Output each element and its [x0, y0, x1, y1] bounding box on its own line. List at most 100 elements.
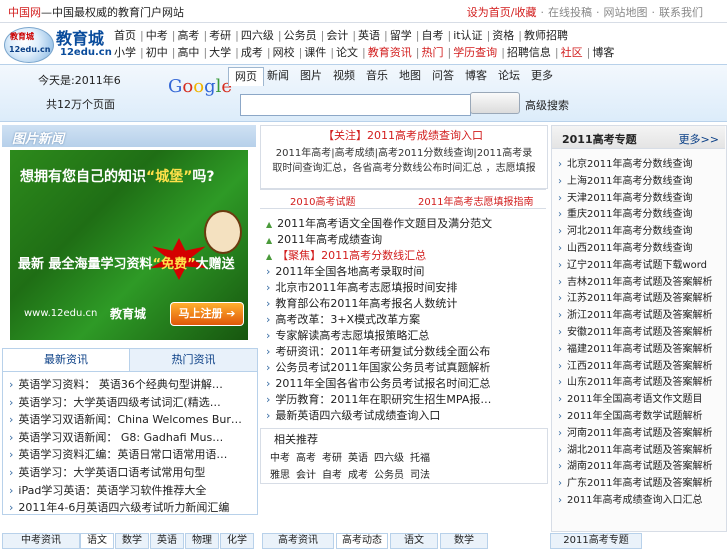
related-link[interactable]: 雅思	[270, 470, 290, 481]
topic-item[interactable]: 辽宁2011年高考试题下载word	[558, 256, 718, 271]
headline-item[interactable]: 2011年全国各地高考录取时间	[266, 263, 542, 279]
nav-item[interactable]: 考研	[209, 27, 231, 43]
headline-item[interactable]: 2011年高考语文全国卷作文题目及满分范文	[266, 215, 542, 231]
top-link[interactable]: 在线投稿	[548, 6, 592, 19]
topic-item[interactable]: 山西2011年高考分数线查询	[558, 239, 718, 254]
bottom-tab[interactable]: 化学	[220, 533, 254, 549]
related-link[interactable]: 自考	[322, 470, 342, 481]
topic-item[interactable]: 广东2011年高考试题及答案解析	[558, 474, 718, 489]
link-2011-volunteer-guide[interactable]: 2011年高考志愿填报指南	[418, 193, 533, 208]
nav-item[interactable]: 网校	[273, 44, 295, 60]
topic-item[interactable]: 2011年全国高考语文作文题目	[558, 390, 718, 405]
news-item[interactable]: 英语学习：大学英语口语考试常用句型	[9, 464, 247, 480]
nav-item[interactable]: it认证	[453, 27, 482, 43]
headline-item[interactable]: 2011年高考成绩查询	[266, 231, 542, 247]
nav-item[interactable]: 初中	[146, 44, 168, 60]
bottom-tab[interactable]: 数学	[115, 533, 149, 549]
related-link[interactable]: 托福	[410, 453, 430, 464]
nav-item[interactable]: 教师招聘	[524, 27, 568, 43]
bottom-tab[interactable]: 数学	[440, 533, 488, 549]
topic-item[interactable]: 江苏2011年高考试题及答案解析	[558, 289, 718, 304]
topic-item[interactable]: 天津2011年高考分数线查询	[558, 189, 718, 204]
nav-item[interactable]: 中考	[146, 27, 168, 43]
headline-item[interactable]: 教育部公布2011年高考报名人数统计	[266, 295, 542, 311]
topic-item[interactable]: 福建2011年高考试题及答案解析	[558, 340, 718, 355]
topic-item[interactable]: 山东2011年高考试题及答案解析	[558, 373, 718, 388]
nav-item[interactable]: 热门	[421, 44, 443, 60]
nav-item[interactable]: 四六级	[241, 27, 274, 43]
news-item[interactable]: 英语学习：大学英语四级考试词汇(精选…	[9, 394, 247, 410]
related-link[interactable]: 会计	[296, 470, 316, 481]
nav-item[interactable]: 小学	[114, 44, 136, 60]
related-link[interactable]: 四六级	[374, 453, 404, 464]
nav-item[interactable]: 留学	[390, 27, 412, 43]
bottom-tab[interactable]: 英语	[150, 533, 184, 549]
search-tab[interactable]: 视频	[327, 67, 361, 85]
nav-item[interactable]: 学历查询	[453, 44, 497, 60]
nav-item[interactable]: 成考	[241, 44, 263, 60]
headline-item[interactable]: 【聚焦】2011高考分数线汇总	[266, 247, 542, 263]
nav-item[interactable]: 课件	[304, 44, 326, 60]
search-input[interactable]	[240, 94, 471, 116]
news-item[interactable]: 英语学习资料汇编：英语日常口语常用语…	[9, 446, 247, 462]
nav-item[interactable]: 资格	[492, 27, 514, 43]
topic-item[interactable]: 北京2011年高考分数线查询	[558, 155, 718, 170]
bottom-tab[interactable]: 2011高考专题	[550, 533, 642, 549]
related-link[interactable]: 英语	[348, 453, 368, 464]
nav-item[interactable]: 会计	[326, 27, 348, 43]
topic-item[interactable]: 2011年全国高考数学试题解析	[558, 407, 718, 422]
nav-item[interactable]: 高考	[177, 27, 199, 43]
headline-item[interactable]: 考研资讯：2011年考研复试分数线全面公布	[266, 343, 542, 359]
news-item[interactable]: 英语学习双语新闻： G8: Gadhafi Mus…	[9, 429, 247, 445]
nav-item[interactable]: 博客	[592, 44, 614, 60]
headline-item[interactable]: 高考改革：3+X模式改革方案	[266, 311, 542, 327]
bottom-tab[interactable]: 语文	[80, 533, 114, 549]
bottom-tab[interactable]: 物理	[185, 533, 219, 549]
topic-item[interactable]: 湖南2011年高考试题及答案解析	[558, 457, 718, 472]
search-tab[interactable]: 更多	[525, 67, 559, 85]
related-link[interactable]: 公务员	[374, 470, 404, 481]
search-tab[interactable]: 音乐	[360, 67, 394, 85]
headline-item[interactable]: 北京市2011年高考志愿填报时间安排	[266, 279, 542, 295]
search-tab[interactable]: 论坛	[492, 67, 526, 85]
topic-item[interactable]: 安徽2011年高考试题及答案解析	[558, 323, 718, 338]
nav-item[interactable]: 高中	[177, 44, 199, 60]
related-link[interactable]: 司法	[410, 470, 430, 481]
bottom-tab[interactable]: 高考资讯	[262, 533, 334, 549]
more-link[interactable]: 更多>>	[679, 131, 719, 147]
news-item[interactable]: 英语学习双语新闻：China Welcomes Bur…	[9, 411, 247, 427]
related-link[interactable]: 高考	[296, 453, 316, 464]
headline-item[interactable]: 2011年全国各省市公务员考试报名时间汇总	[266, 375, 542, 391]
tab-latest-news[interactable]: 最新资讯	[3, 349, 130, 371]
headline-summary[interactable]: 2011年高考|高考成绩|高考2011分数线查询|2011高考录取时间查询汇总，…	[272, 146, 536, 176]
nav-item[interactable]: 招聘信息	[507, 44, 551, 60]
search-tab[interactable]: 问答	[426, 67, 460, 85]
top-link[interactable]: 联系我们	[659, 6, 703, 19]
search-button[interactable]	[470, 92, 520, 114]
nav-item[interactable]: 公务员	[284, 27, 317, 43]
nav-item[interactable]: 论文	[336, 44, 358, 60]
nav-item[interactable]: 社区	[561, 44, 583, 60]
bottom-tab[interactable]: 中考资讯	[2, 533, 80, 549]
related-link[interactable]: 考研	[322, 453, 342, 464]
link-2010-exam-papers[interactable]: 2010高考试题	[290, 193, 355, 208]
nav-item[interactable]: 首页	[114, 27, 136, 43]
headline-item[interactable]: 专家解读高考志愿填报策略汇总	[266, 327, 542, 343]
topic-item[interactable]: 浙江2011年高考试题及答案解析	[558, 306, 718, 321]
headline-item[interactable]: 最新英语四六级考试成绩查询入口	[266, 407, 542, 423]
headline-title[interactable]: 【关注】2011高考成绩查询入口	[260, 127, 546, 143]
topic-item[interactable]: 江西2011年高考试题及答案解析	[558, 357, 718, 372]
topic-item[interactable]: 2011年高考成绩查询入口汇总	[558, 491, 718, 506]
topic-item[interactable]: 上海2011年高考分数线查询	[558, 172, 718, 187]
search-tab[interactable]: 新闻	[261, 67, 295, 85]
headline-item[interactable]: 公务员考试2011年国家公务员考试真题解析	[266, 359, 542, 375]
nav-item[interactable]: 教育资讯	[368, 44, 412, 60]
register-now-button[interactable]: 马上注册 ➔	[170, 302, 244, 326]
search-tab[interactable]: 地图	[393, 67, 427, 85]
tab-hot-news[interactable]: 热门资讯	[130, 349, 257, 371]
topic-item[interactable]: 河南2011年高考试题及答案解析	[558, 424, 718, 439]
site-logo[interactable]: 教育城 12edu.cn 教育城 12edu.cn	[4, 25, 112, 63]
nav-item[interactable]: 英语	[358, 27, 380, 43]
search-tab[interactable]: 图片	[294, 67, 328, 85]
register-banner[interactable]: 想拥有您自己的知识“城堡”吗? 最新 最全海量学习资料“免费”大赠送 www.1…	[10, 150, 248, 340]
